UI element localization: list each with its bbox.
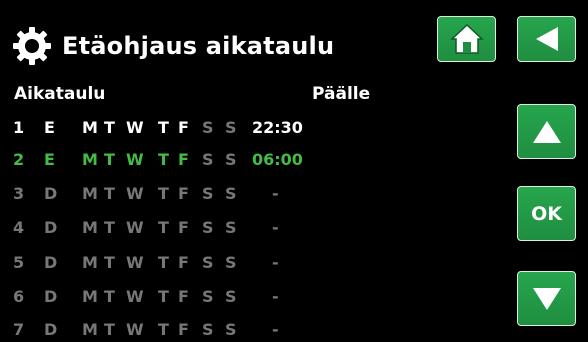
day-mon: M — [82, 253, 98, 272]
up-arrow-icon — [532, 120, 561, 143]
day-wed: W — [126, 118, 144, 137]
day-sat: S — [202, 184, 214, 203]
day-sat: S — [202, 287, 214, 306]
row-on-time: - — [272, 184, 279, 203]
day-mon: M — [82, 287, 98, 306]
row-on-time: - — [272, 218, 279, 237]
row-mode: D — [44, 253, 58, 272]
row-on-time: - — [272, 320, 279, 339]
scroll-down-button[interactable] — [517, 271, 576, 326]
day-sun: S — [225, 253, 237, 272]
row-number: 7 — [13, 320, 25, 339]
row-number: 6 — [13, 287, 25, 306]
day-fri: F — [178, 218, 189, 237]
day-thu: T — [158, 218, 169, 237]
row-on-time: 06:00 — [252, 150, 303, 169]
day-mon: M — [82, 184, 98, 203]
day-wed: W — [126, 218, 144, 237]
day-tue: T — [104, 320, 115, 339]
day-thu: T — [158, 150, 169, 169]
day-mon: M — [82, 218, 98, 237]
row-number: 3 — [13, 184, 25, 203]
day-thu: T — [158, 184, 169, 203]
day-thu: T — [158, 118, 169, 137]
row-number: 1 — [13, 118, 25, 137]
down-arrow-icon — [532, 287, 561, 310]
day-sun: S — [225, 287, 237, 306]
day-sat: S — [202, 150, 214, 169]
day-sun: S — [225, 118, 237, 137]
home-button[interactable] — [437, 16, 496, 62]
day-thu: T — [158, 253, 169, 272]
day-wed: W — [126, 184, 144, 203]
page-title: Etäohjaus aikataulu — [62, 32, 335, 60]
day-sun: S — [225, 218, 237, 237]
row-number: 2 — [13, 150, 25, 169]
column-header-on: Päälle — [312, 84, 371, 104]
back-button[interactable] — [517, 16, 576, 62]
day-sun: S — [225, 320, 237, 339]
row-mode: D — [44, 287, 58, 306]
day-sun: S — [225, 150, 237, 169]
day-sat: S — [202, 218, 214, 237]
day-tue: T — [104, 218, 115, 237]
title-bar: Etäohjaus aikataulu — [12, 26, 334, 66]
day-sat: S — [202, 253, 214, 272]
row-mode: D — [44, 320, 58, 339]
day-sat: S — [202, 320, 214, 339]
row-mode: E — [44, 150, 55, 169]
day-fri: F — [178, 150, 189, 169]
row-on-time: - — [272, 287, 279, 306]
day-mon: M — [82, 150, 98, 169]
row-on-time: - — [272, 253, 279, 272]
day-fri: F — [178, 253, 189, 272]
day-mon: M — [82, 320, 98, 339]
day-wed: W — [126, 320, 144, 339]
row-mode: E — [44, 118, 55, 137]
day-fri: F — [178, 287, 189, 306]
day-tue: T — [104, 287, 115, 306]
day-tue: T — [104, 184, 115, 203]
row-number: 5 — [13, 253, 25, 272]
day-sat: S — [202, 118, 214, 137]
day-tue: T — [104, 150, 115, 169]
day-fri: F — [178, 118, 189, 137]
row-number: 4 — [13, 218, 25, 237]
day-wed: W — [126, 253, 144, 272]
home-icon — [449, 23, 484, 54]
row-on-time: 22:30 — [252, 118, 303, 137]
day-wed: W — [126, 150, 144, 169]
day-fri: F — [178, 184, 189, 203]
ok-button[interactable]: OK — [517, 186, 576, 241]
day-thu: T — [158, 320, 169, 339]
day-fri: F — [178, 320, 189, 339]
row-mode: D — [44, 218, 58, 237]
day-tue: T — [104, 118, 115, 137]
day-sun: S — [225, 184, 237, 203]
scroll-up-button[interactable] — [517, 104, 576, 159]
column-header-schedule: Aikataulu — [14, 84, 106, 104]
day-mon: M — [82, 118, 98, 137]
row-mode: D — [44, 184, 58, 203]
day-thu: T — [158, 287, 169, 306]
day-wed: W — [126, 287, 144, 306]
back-arrow-icon — [535, 27, 558, 51]
ok-button-label: OK — [531, 202, 562, 225]
day-tue: T — [104, 253, 115, 272]
gear-icon — [13, 27, 51, 65]
